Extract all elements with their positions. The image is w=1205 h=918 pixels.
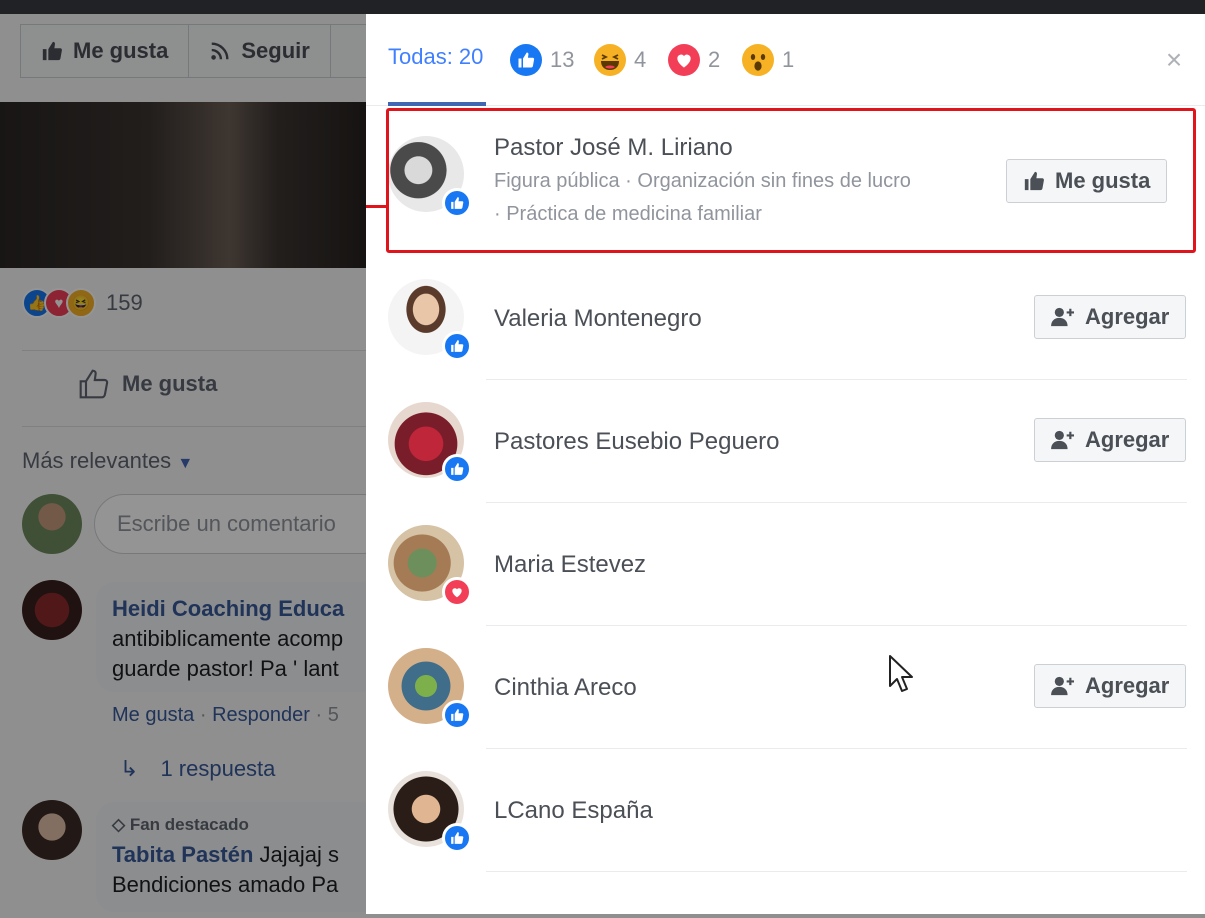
add-friend-label: Agregar: [1085, 673, 1170, 698]
list-item: LCano España: [366, 749, 1205, 872]
divider: [486, 871, 1187, 872]
person-name[interactable]: Maria Estevez: [494, 551, 646, 579]
like-badge-icon: [442, 331, 472, 361]
add-friend-button[interactable]: Agregar: [1034, 664, 1187, 708]
add-friend-label: Agregar: [1085, 427, 1170, 452]
add-friend-label: Agregar: [1085, 304, 1170, 329]
tab-love-count: 2: [708, 47, 721, 72]
add-friend-button[interactable]: Agregar: [1034, 295, 1187, 339]
like-badge-icon: [442, 823, 472, 853]
wow-reaction-icon: [742, 44, 774, 76]
list-item: Maria Estevez: [366, 503, 1205, 626]
list-item: Pastores Eusebio Peguero Agregar: [366, 380, 1205, 503]
tab-haha[interactable]: 4: [594, 44, 646, 76]
tab-love[interactable]: 2: [668, 44, 720, 76]
tab-wow[interactable]: 1: [742, 44, 794, 76]
list-item: Cinthia Areco Agregar: [366, 626, 1205, 749]
tab-like-count: 13: [550, 47, 575, 72]
active-tab-indicator: [388, 102, 486, 106]
tab-like[interactable]: 13: [510, 44, 574, 76]
tab-all[interactable]: Todas: 20: [388, 44, 483, 70]
love-reaction-icon: [668, 44, 700, 76]
list-item: Valeria Montenegro Agregar: [366, 257, 1205, 380]
tab-all-label: Todas: 20: [388, 44, 484, 69]
like-badge-icon: [442, 454, 472, 484]
add-friend-icon: [1051, 307, 1074, 327]
highlight-connector: [366, 205, 386, 208]
add-friend-icon: [1051, 676, 1074, 696]
tab-wow-count: 1: [782, 47, 795, 72]
highlight-box: [386, 108, 1196, 253]
person-name[interactable]: Pastores Eusebio Peguero: [494, 428, 780, 456]
like-reaction-icon: [510, 44, 542, 76]
reaction-tabs: Todas: 20 13 4 2 1 ×: [366, 14, 1205, 106]
close-icon[interactable]: ×: [1162, 46, 1186, 74]
like-badge-icon: [442, 700, 472, 730]
add-friend-icon: [1051, 430, 1074, 450]
haha-reaction-icon: [594, 44, 626, 76]
love-badge-icon: [442, 577, 472, 607]
add-friend-button[interactable]: Agregar: [1034, 418, 1187, 462]
person-name[interactable]: Cinthia Areco: [494, 674, 637, 702]
person-name[interactable]: Valeria Montenegro: [494, 305, 702, 333]
tab-haha-count: 4: [634, 47, 647, 72]
mouse-cursor-icon: [889, 655, 913, 692]
person-name[interactable]: LCano España: [494, 797, 653, 825]
